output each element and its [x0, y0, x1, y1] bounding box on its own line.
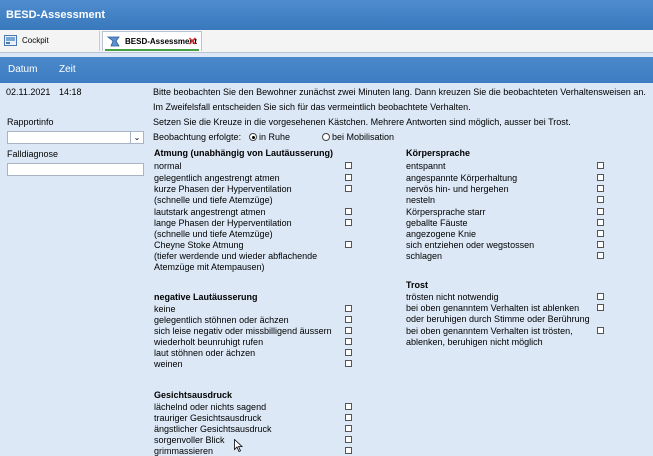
checkbox[interactable] [597, 293, 604, 300]
checkbox[interactable] [345, 436, 352, 443]
falldiagnose-input[interactable] [7, 163, 144, 176]
tab-cockpit-label: Cockpit [22, 36, 49, 45]
checkbox[interactable] [345, 414, 352, 421]
checkbox[interactable] [345, 360, 352, 367]
checkbox[interactable] [345, 185, 352, 192]
list-item: (schnelle und tiefe Atemzüge) [154, 229, 273, 239]
assessment-icon [107, 36, 120, 47]
list-item: Körpersprache starr [406, 207, 486, 217]
zeit-label: Zeit [59, 64, 76, 75]
rapportinfo-dropdown[interactable]: ⌄ [7, 131, 144, 144]
list-item: wiederholt beunruhigt rufen [154, 337, 264, 347]
rapportinfo-label: Rapportinfo [7, 117, 54, 127]
date-field[interactable]: 02.11.2021 [6, 87, 50, 97]
checkbox[interactable] [597, 230, 604, 237]
list-item: entspannt [406, 161, 446, 171]
checkbox[interactable] [345, 305, 352, 312]
list-item: keine [154, 304, 176, 314]
instruction-line-1: Bitte beobachten Sie den Bewohner zunäch… [153, 87, 646, 97]
checkbox[interactable] [597, 185, 604, 192]
list-item: lange Phasen der Hyperventilation [154, 218, 292, 228]
list-item: oder beruhigen durch Stimme oder Berühru… [406, 314, 590, 324]
checkbox[interactable] [345, 338, 352, 345]
list-item: schlagen [406, 251, 443, 261]
list-item: Atemzüge mit Atempausen) [154, 262, 265, 272]
checkbox[interactable] [597, 241, 604, 248]
list-item: gelegentlich stöhnen oder ächzen [154, 315, 289, 325]
active-tab-indicator [105, 49, 199, 51]
checkbox[interactable] [345, 208, 352, 215]
list-item: ablenken, beruhigen nicht möglich [406, 337, 543, 347]
list-item: laut stöhnen oder ächzen [154, 348, 256, 358]
tab-besd-label: BESD-Assessment [125, 37, 198, 46]
list-item: bei oben genanntem Verhalten ist ablenke… [406, 303, 580, 313]
list-item: lautstark angestrengt atmen [154, 207, 266, 217]
checkbox[interactable] [597, 208, 604, 215]
list-item: lächelnd oder nichts sagend [154, 402, 267, 412]
radio-bei-mobilisation[interactable] [322, 133, 330, 141]
observation-label: Beobachtung erfolgte: [153, 132, 242, 142]
list-item: ängstlicher Gesichtsausdruck [154, 424, 272, 434]
list-item: sich entziehen oder wegstossen [406, 240, 535, 250]
checkbox[interactable] [345, 174, 352, 181]
section-title-atmung: Atmung (unabhängig von Lautäusserung) [154, 148, 333, 158]
time-field[interactable]: 14:18 [59, 87, 82, 97]
list-item: trösten nicht notwendig [406, 292, 499, 302]
list-item: angespannte Körperhaltung [406, 173, 518, 183]
instruction-line-3: Setzen Sie die Kreuze in die vorgesehene… [153, 117, 571, 127]
chevron-down-icon[interactable]: ⌄ [130, 132, 143, 143]
list-item: geballte Fäuste [406, 218, 468, 228]
list-item: nervös hin- und hergehen [406, 184, 509, 194]
list-item: nesteln [406, 195, 436, 205]
list-item: weinen [154, 359, 183, 369]
list-item: grimmassieren [154, 446, 214, 456]
checkbox[interactable] [597, 304, 604, 311]
list-item: sich leise negativ oder missbilligend äu… [154, 326, 332, 336]
checkbox[interactable] [345, 162, 352, 169]
list-item: normal [154, 161, 182, 171]
tab-cockpit[interactable]: Cockpit [0, 31, 100, 51]
section-title-trost: Trost [406, 280, 429, 290]
checkbox[interactable] [597, 174, 604, 181]
radio-bei-mobilisation-label: bei Mobilisation [332, 132, 395, 142]
tab-bar: Cockpit BESD-Assessment ✕ [0, 30, 653, 53]
checkbox[interactable] [345, 241, 352, 248]
checkbox[interactable] [345, 425, 352, 432]
checkbox[interactable] [597, 252, 604, 259]
list-item: Cheyne Stoke Atmung [154, 240, 244, 250]
checkbox[interactable] [345, 316, 352, 323]
list-item: kurze Phasen der Hyperventilation [154, 184, 292, 194]
section-title-gesicht: Gesichtsausdruck [154, 390, 233, 400]
list-item: (tiefer werdende und wieder abflachende [154, 251, 318, 261]
checkbox[interactable] [345, 349, 352, 356]
falldiagnose-label: Falldiagnose [7, 149, 59, 159]
checkbox[interactable] [597, 327, 604, 334]
checkbox[interactable] [345, 327, 352, 334]
cockpit-icon [4, 35, 17, 46]
list-item: sorgenvoller Blick [154, 435, 225, 445]
checkbox[interactable] [597, 219, 604, 226]
list-item: (schnelle und tiefe Atemzüge) [154, 195, 273, 205]
column-header-bar: Datum Zeit [0, 57, 653, 83]
checkbox[interactable] [597, 162, 604, 169]
checkbox[interactable] [345, 447, 352, 454]
mouse-cursor-icon [234, 439, 243, 452]
checkbox[interactable] [597, 196, 604, 203]
window-title: BESD-Assessment [0, 0, 653, 30]
checkbox[interactable] [345, 219, 352, 226]
tab-besd-assessment[interactable]: BESD-Assessment ✕ [102, 31, 202, 51]
radio-in-ruhe-label: in Ruhe [259, 132, 291, 142]
list-item: angezogene Knie [406, 229, 477, 239]
list-item: bei oben genanntem Verhalten ist trösten… [406, 326, 573, 336]
section-title-koerper: Körpersprache [406, 148, 471, 158]
list-item: trauriger Gesichtsausdruck [154, 413, 262, 423]
datum-label: Datum [8, 64, 38, 75]
section-title-laut: negative Lautäusserung [154, 292, 258, 302]
instruction-line-2: Im Zweifelsfall entscheiden Sie sich für… [153, 102, 471, 112]
list-item: gelegentlich angestrengt atmen [154, 173, 280, 183]
checkbox[interactable] [345, 403, 352, 410]
radio-in-ruhe[interactable] [249, 133, 257, 141]
